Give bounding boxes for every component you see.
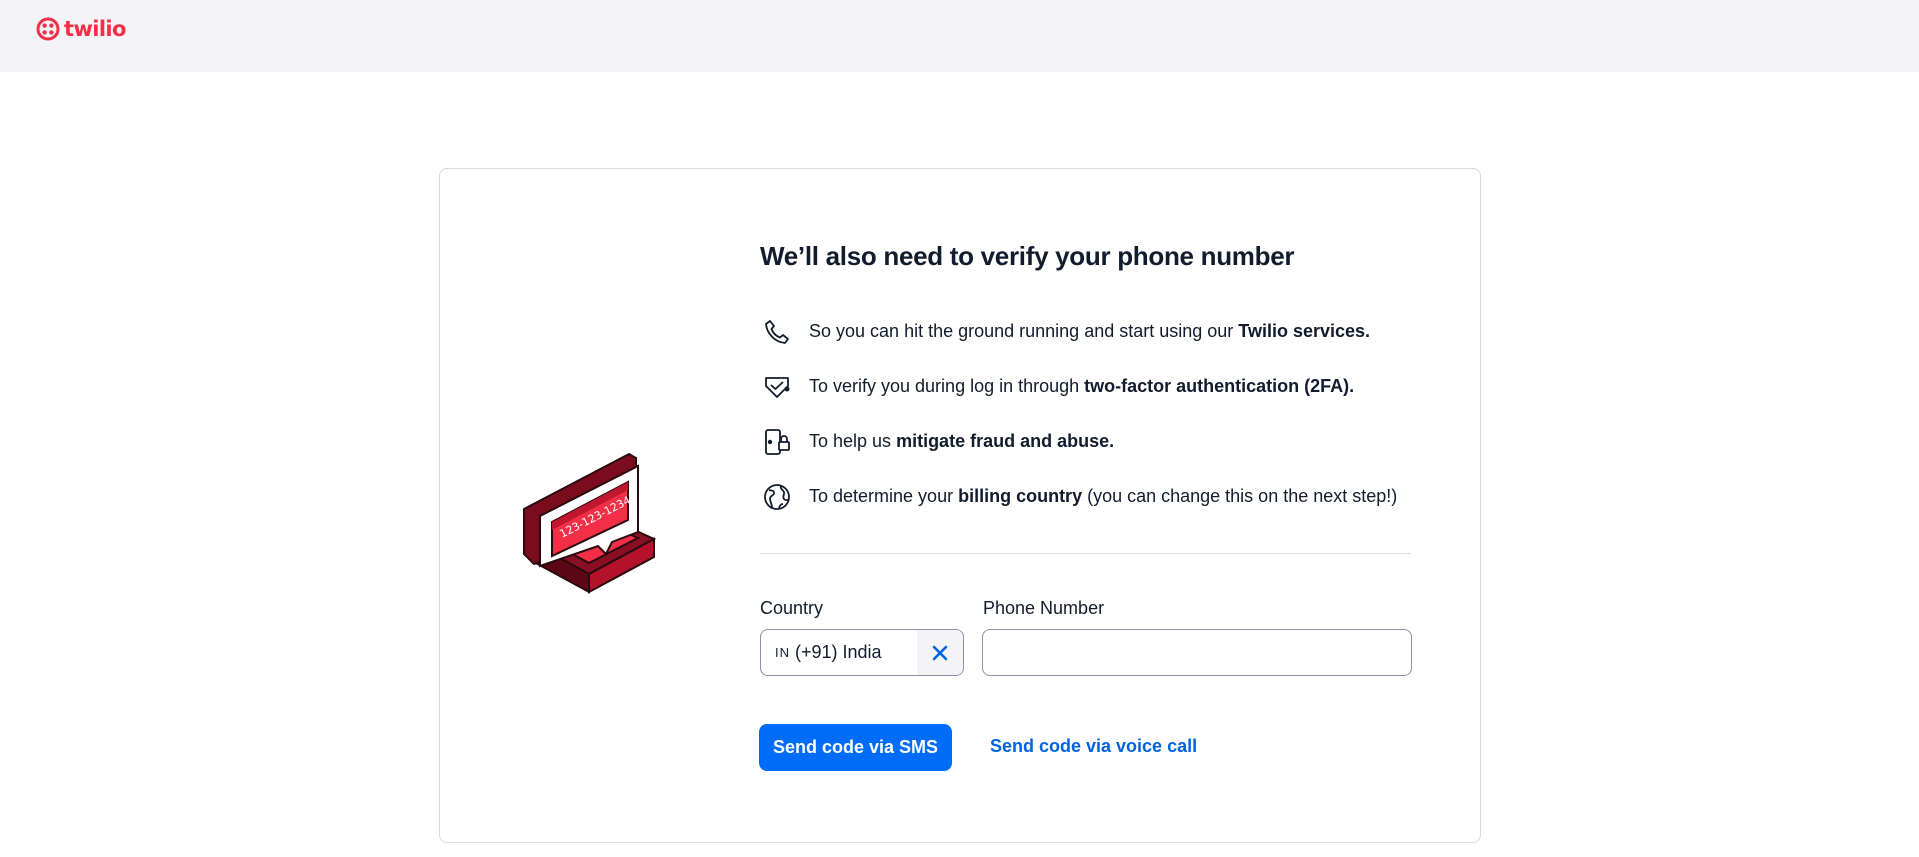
globe-icon: [760, 480, 794, 514]
send-code-voice-call-link[interactable]: Send code via voice call: [990, 736, 1197, 757]
close-icon: [932, 645, 948, 660]
reason-item: So you can hit the ground running and st…: [760, 304, 1412, 359]
reason-text: To verify you during log in through two-…: [809, 376, 1355, 396]
phone-number-input[interactable]: [983, 630, 1411, 675]
main-content: We’ll also need to verify your phone num…: [760, 236, 1412, 524]
phone-number-label: Phone Number: [983, 598, 1105, 618]
country-flag: IN: [775, 645, 790, 660]
section-divider: [760, 553, 1411, 554]
country-label: Country: [760, 598, 824, 618]
phone-icon: [760, 315, 794, 349]
twilio-logo-icon: [36, 17, 60, 41]
country-value: (+91) India: [795, 642, 882, 662]
reasons-list: So you can hit the ground running and st…: [760, 304, 1412, 524]
page-title: We’ll also need to verify your phone num…: [760, 241, 1295, 271]
phone-message-illustration: 123-123-1234: [523, 452, 657, 594]
reason-text: To determine your billing country (you c…: [809, 486, 1398, 506]
shield-check-icon: [760, 370, 794, 404]
logo-text: twilio: [64, 17, 126, 41]
reason-item: To verify you during log in through two-…: [760, 359, 1412, 414]
reason-item: To help us mitigate fraud and abuse.: [760, 414, 1412, 469]
reason-text: To help us mitigate fraud and abuse.: [809, 431, 1115, 451]
phone-number-field[interactable]: [982, 629, 1412, 676]
clear-country-button[interactable]: [917, 630, 963, 675]
top-bar: twilio: [0, 0, 1919, 72]
reason-text: So you can hit the ground running and st…: [809, 321, 1371, 341]
device-lock-icon: [760, 425, 794, 459]
country-combobox[interactable]: IN (+91) India: [760, 629, 964, 676]
twilio-logo[interactable]: twilio: [36, 17, 126, 41]
send-code-sms-button[interactable]: Send code via SMS: [759, 724, 952, 771]
reason-item: To determine your billing country (you c…: [760, 469, 1412, 524]
